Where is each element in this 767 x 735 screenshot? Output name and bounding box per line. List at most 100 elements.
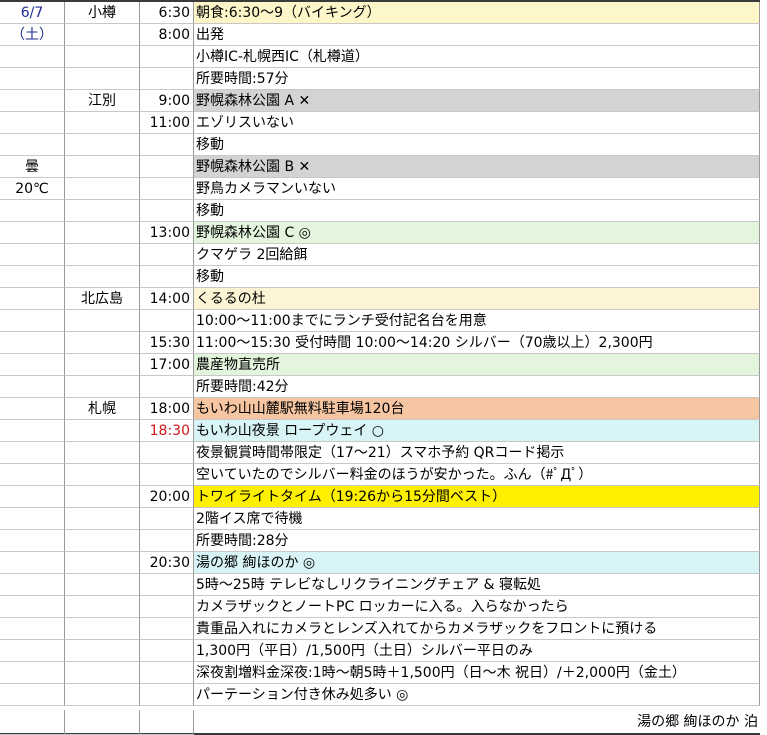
- day-cell[interactable]: [0, 134, 65, 156]
- note-cell[interactable]: 野幌森林公園 A ✕: [194, 90, 760, 112]
- note-cell[interactable]: 朝食:6:30～9（バイキング）: [194, 2, 760, 24]
- place-cell[interactable]: [65, 574, 140, 596]
- day-cell[interactable]: [0, 376, 65, 398]
- day-cell[interactable]: [0, 508, 65, 530]
- note-cell[interactable]: カメラザックとノートPC ロッカーに入る。入らなかったら: [194, 596, 760, 618]
- footer-cell-3[interactable]: [140, 710, 194, 735]
- note-cell[interactable]: エゾリスいない: [194, 112, 760, 134]
- time-cell[interactable]: 15:30: [140, 332, 194, 354]
- day-cell[interactable]: [0, 618, 65, 640]
- note-cell[interactable]: 出発: [194, 24, 760, 46]
- time-cell[interactable]: 18:30: [140, 420, 194, 442]
- place-cell[interactable]: [65, 442, 140, 464]
- time-cell[interactable]: [140, 464, 194, 486]
- place-cell[interactable]: 北広島: [65, 288, 140, 310]
- time-cell[interactable]: [140, 156, 194, 178]
- note-cell[interactable]: 移動: [194, 266, 760, 288]
- day-cell[interactable]: [0, 486, 65, 508]
- note-cell[interactable]: 夜景観賞時間帯限定（17～21）スマホ予約 QRコード掲示: [194, 442, 760, 464]
- note-cell[interactable]: トワイライトタイム（19:26から15分間ベスト）: [194, 486, 760, 508]
- note-cell[interactable]: クマゲラ 2回給餌: [194, 244, 760, 266]
- day-cell[interactable]: [0, 354, 65, 376]
- day-cell[interactable]: [0, 596, 65, 618]
- place-cell[interactable]: [65, 552, 140, 574]
- note-cell[interactable]: 所要時間:57分: [194, 68, 760, 90]
- note-cell[interactable]: 移動: [194, 134, 760, 156]
- note-cell[interactable]: 野幌森林公園 C ◎: [194, 222, 760, 244]
- time-cell[interactable]: [140, 266, 194, 288]
- time-cell[interactable]: [140, 618, 194, 640]
- note-cell[interactable]: 2階イス席で待機: [194, 508, 760, 530]
- note-cell[interactable]: 11:00～15:30 受付時間 10:00～14:20 シルバー（70歳以上）…: [194, 332, 760, 354]
- time-cell[interactable]: 11:00: [140, 112, 194, 134]
- place-cell[interactable]: [65, 310, 140, 332]
- day-cell[interactable]: [0, 464, 65, 486]
- day-cell[interactable]: [0, 112, 65, 134]
- day-cell[interactable]: [0, 640, 65, 662]
- day-cell[interactable]: [0, 684, 65, 706]
- place-cell[interactable]: [65, 46, 140, 68]
- day-cell[interactable]: [0, 662, 65, 684]
- place-cell[interactable]: [65, 420, 140, 442]
- place-cell[interactable]: [65, 376, 140, 398]
- place-cell[interactable]: [65, 156, 140, 178]
- note-cell[interactable]: 所要時間:42分: [194, 376, 760, 398]
- note-cell[interactable]: パーテーション付き休み処多い ◎: [194, 684, 760, 706]
- day-cell[interactable]: [0, 552, 65, 574]
- time-cell[interactable]: 20:30: [140, 552, 194, 574]
- place-cell[interactable]: [65, 134, 140, 156]
- place-cell[interactable]: [65, 266, 140, 288]
- place-cell[interactable]: [65, 354, 140, 376]
- note-cell[interactable]: 野幌森林公園 B ✕: [194, 156, 760, 178]
- time-cell[interactable]: [140, 244, 194, 266]
- time-cell[interactable]: [140, 46, 194, 68]
- time-cell[interactable]: 17:00: [140, 354, 194, 376]
- day-cell[interactable]: [0, 288, 65, 310]
- time-cell[interactable]: [140, 442, 194, 464]
- day-cell[interactable]: [0, 574, 65, 596]
- day-cell[interactable]: [0, 420, 65, 442]
- note-cell[interactable]: 貴重品入れにカメラとレンズ入れてからカメラザックをフロントに預ける: [194, 618, 760, 640]
- time-cell[interactable]: 18:00: [140, 398, 194, 420]
- day-cell[interactable]: （土）: [0, 24, 65, 46]
- note-cell[interactable]: 5時～25時 テレビなしリクライニングチェア & 寝転処: [194, 574, 760, 596]
- time-cell[interactable]: [140, 684, 194, 706]
- time-cell[interactable]: [140, 310, 194, 332]
- day-cell[interactable]: [0, 200, 65, 222]
- time-cell[interactable]: [140, 134, 194, 156]
- place-cell[interactable]: [65, 596, 140, 618]
- time-cell[interactable]: 13:00: [140, 222, 194, 244]
- time-cell[interactable]: [140, 68, 194, 90]
- note-cell[interactable]: 10:00～11:00までにランチ受付記名台を用意: [194, 310, 760, 332]
- place-cell[interactable]: [65, 332, 140, 354]
- day-cell[interactable]: [0, 90, 65, 112]
- note-cell[interactable]: 湯の郷 絢ほのか ◎: [194, 552, 760, 574]
- place-cell[interactable]: 江別: [65, 90, 140, 112]
- day-cell[interactable]: [0, 244, 65, 266]
- time-cell[interactable]: [140, 662, 194, 684]
- note-cell[interactable]: 野鳥カメラマンいない: [194, 178, 760, 200]
- day-cell[interactable]: [0, 442, 65, 464]
- time-cell[interactable]: [140, 178, 194, 200]
- time-cell[interactable]: [140, 200, 194, 222]
- place-cell[interactable]: [65, 508, 140, 530]
- place-cell[interactable]: [65, 112, 140, 134]
- place-cell[interactable]: [65, 244, 140, 266]
- day-cell[interactable]: 20℃: [0, 178, 65, 200]
- day-cell[interactable]: [0, 530, 65, 552]
- place-cell[interactable]: 小樽: [65, 2, 140, 24]
- place-cell[interactable]: [65, 178, 140, 200]
- time-cell[interactable]: 20:00: [140, 486, 194, 508]
- day-cell[interactable]: [0, 332, 65, 354]
- note-cell[interactable]: 農産物直売所: [194, 354, 760, 376]
- day-cell[interactable]: 曇: [0, 156, 65, 178]
- note-cell[interactable]: もいわ山夜景 ロープウェイ ○: [194, 420, 760, 442]
- day-cell[interactable]: [0, 310, 65, 332]
- place-cell[interactable]: [65, 530, 140, 552]
- note-cell[interactable]: 空いていたのでシルバー料金のほうが安かった。ふん（#ﾟДﾟ）: [194, 464, 760, 486]
- note-cell[interactable]: 深夜割増料金深夜:1時～朝5時＋1,500円（日～木 祝日）/＋2,000円（金…: [194, 662, 760, 684]
- time-cell[interactable]: [140, 376, 194, 398]
- time-cell[interactable]: 9:00: [140, 90, 194, 112]
- place-cell[interactable]: [65, 618, 140, 640]
- day-cell[interactable]: [0, 46, 65, 68]
